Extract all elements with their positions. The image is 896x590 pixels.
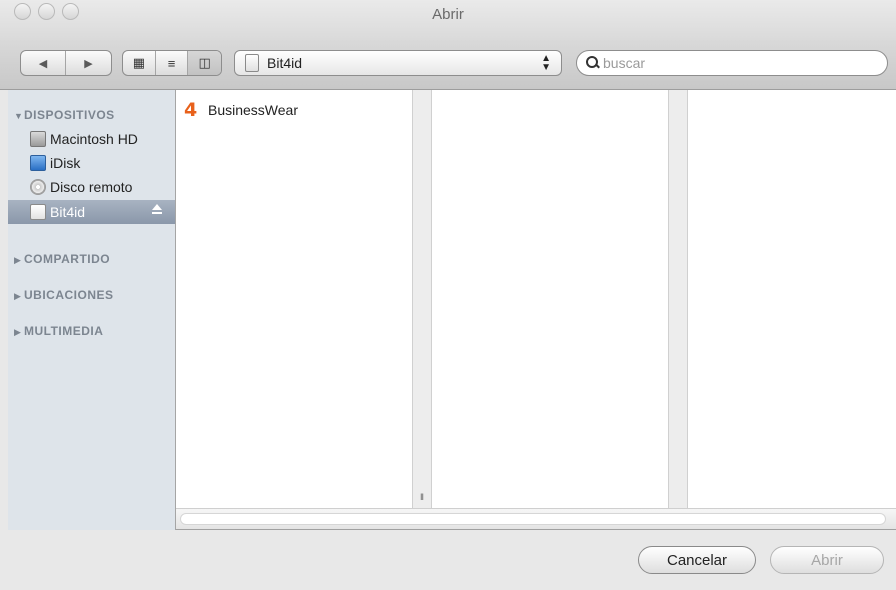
open-dialog: Abrir ◀ ▶ ▦ ≡ ◫ Bit4id ▲▼ ▼DISPOSITIVOS … bbox=[0, 0, 896, 590]
open-button[interactable]: Abrir bbox=[770, 546, 884, 574]
sidebar-item-label: iDisk bbox=[50, 155, 81, 171]
sidebar-item-idisk[interactable]: iDisk bbox=[8, 152, 175, 174]
nav-segment: ◀ ▶ bbox=[20, 50, 112, 76]
column-view-icon: ◫ bbox=[198, 55, 211, 70]
location-popup[interactable]: Bit4id ▲ ▼ bbox=[234, 50, 562, 76]
disclosure-triangle-icon: ▶ bbox=[14, 327, 22, 337]
search-input[interactable] bbox=[603, 55, 873, 71]
sidebar-item-label: Macintosh HD bbox=[50, 131, 138, 147]
scrollbar-track[interactable] bbox=[180, 513, 886, 525]
file-item-businesswear[interactable]: 4 BusinessWear bbox=[184, 99, 299, 121]
browser-column-2 bbox=[432, 90, 668, 508]
drive-icon bbox=[245, 54, 259, 72]
column-resize-handle[interactable]: II bbox=[420, 492, 424, 502]
eject-icon[interactable] bbox=[151, 204, 163, 216]
icon-view-icon: ▦ bbox=[132, 55, 145, 70]
popup-arrows-icon: ▲ ▼ bbox=[541, 53, 551, 73]
hard-drive-icon bbox=[30, 131, 46, 147]
horizontal-scrollbar[interactable] bbox=[176, 508, 896, 530]
sidebar-item-label: Bit4id bbox=[50, 204, 86, 220]
sidebar-item-bit4id[interactable]: Bit4id bbox=[8, 200, 175, 224]
sidebar-section-media[interactable]: ▶ MULTIMEDIA bbox=[14, 324, 103, 338]
cancel-button[interactable]: Cancelar bbox=[638, 546, 756, 574]
drive-icon bbox=[30, 204, 46, 220]
icon-view-button[interactable]: ▦ bbox=[123, 51, 156, 75]
sidebar-section-shared[interactable]: ▶ COMPARTIDO bbox=[14, 252, 110, 266]
back-button[interactable]: ◀ bbox=[21, 51, 67, 75]
search-field[interactable] bbox=[576, 50, 888, 76]
view-mode-segment: ▦ ≡ ◫ bbox=[122, 50, 222, 76]
button-bar: Cancelar Abrir bbox=[0, 530, 896, 590]
browser-column-1: 4 BusinessWear bbox=[176, 90, 412, 508]
title-bar: Abrir bbox=[0, 0, 896, 40]
disc-icon bbox=[30, 179, 46, 195]
file-item-label: BusinessWear bbox=[208, 102, 299, 118]
forward-button[interactable]: ▶ bbox=[66, 51, 111, 75]
column-divider[interactable]: II bbox=[412, 90, 432, 508]
forward-arrow-icon: ▶ bbox=[84, 57, 93, 70]
back-arrow-icon: ◀ bbox=[38, 57, 48, 70]
browser-column-3 bbox=[688, 90, 896, 508]
toolbar: ◀ ▶ ▦ ≡ ◫ Bit4id ▲ ▼ bbox=[0, 40, 896, 90]
sidebar: ▼DISPOSITIVOS Macintosh HD iDisk Disco r… bbox=[8, 90, 176, 530]
list-view-icon: ≡ bbox=[167, 55, 176, 71]
sidebar-section-places[interactable]: ▶ UBICACIONES bbox=[14, 288, 114, 302]
disclosure-triangle-icon: ▼ bbox=[14, 111, 24, 121]
sidebar-section-devices[interactable]: ▼DISPOSITIVOS bbox=[14, 108, 115, 122]
idisk-icon bbox=[30, 155, 46, 171]
column-browser: 4 BusinessWear II bbox=[176, 90, 896, 508]
search-icon bbox=[585, 55, 601, 71]
sidebar-item-disco-remoto[interactable]: Disco remoto bbox=[8, 176, 175, 198]
app-4-icon: 4 bbox=[184, 99, 198, 121]
sidebar-item-macintosh-hd[interactable]: Macintosh HD bbox=[8, 128, 175, 150]
column-view-button[interactable]: ◫ bbox=[188, 51, 221, 75]
window-title: Abrir bbox=[432, 6, 464, 23]
sidebar-item-label: Disco remoto bbox=[50, 179, 133, 195]
column-divider[interactable] bbox=[668, 90, 688, 508]
disclosure-triangle-icon: ▶ bbox=[14, 255, 22, 265]
location-label: Bit4id bbox=[267, 55, 303, 71]
disclosure-triangle-icon: ▶ bbox=[14, 291, 22, 301]
list-view-button[interactable]: ≡ bbox=[156, 51, 189, 75]
